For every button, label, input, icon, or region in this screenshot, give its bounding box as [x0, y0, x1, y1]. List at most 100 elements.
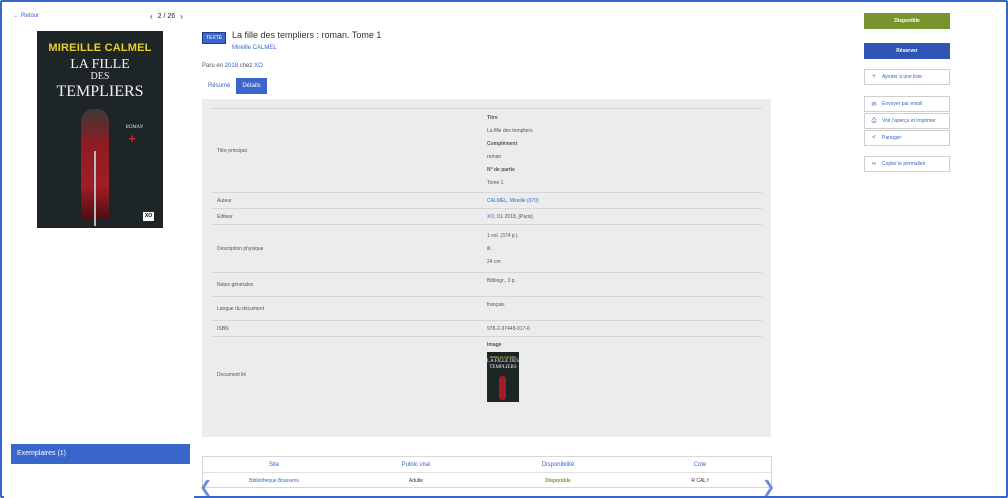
detail-row-isbn: ISBN 978-2-37448-017-6 [211, 321, 762, 337]
thumb-title: LA FILLE DES TEMPLIERS [487, 359, 519, 370]
table-row: Bibliothèque Brassens Adulte Disponible … [203, 473, 771, 489]
cell-site[interactable]: Bibliothèque Brassens [203, 478, 345, 484]
detail-text: , DL 2018, [Paris] [494, 213, 533, 220]
cover-publisher-logo: XO [143, 212, 154, 221]
arrow-left-icon: ← [13, 13, 19, 19]
cover-title-line3: TEMPLIERS [56, 83, 144, 100]
copies-table-header: Site Public visé Disponibilité Cote [203, 457, 771, 473]
detail-text: ill. [487, 245, 492, 252]
share-icon: < [872, 135, 876, 141]
detail-value: Image MIREILLE CALMEL LA FILLE DES TEMPL… [487, 337, 762, 413]
detail-text: La fille des templiers [487, 128, 533, 134]
editeur-link[interactable]: XO [487, 214, 494, 220]
permalink-label: Copier le permalien [882, 161, 926, 167]
record-author-link[interactable]: Mireille CALMEL [232, 45, 277, 51]
detail-label: Auteur [217, 197, 232, 204]
detail-value: 1 vol. (374 p.) ill. 24 cm [487, 225, 762, 272]
record-title: La fille des templiers : roman. Tome 1 [232, 30, 382, 40]
detail-text: roman [487, 154, 502, 160]
print-button[interactable]: ⎙ Voir l'aperçu et imprimer [864, 113, 950, 129]
published-year-link[interactable]: 2018 [225, 63, 238, 69]
exemplaires-tab[interactable]: Exemplaires (1) [11, 444, 190, 464]
detail-subheading: Complément [487, 141, 518, 147]
cover-sword [94, 151, 96, 226]
linked-document-thumbnail[interactable]: MIREILLE CALMEL LA FILLE DES TEMPLIERS [487, 352, 519, 402]
detail-label: Langue du document [217, 305, 264, 312]
detail-row-langue: Langue du document français [211, 297, 762, 321]
back-link[interactable]: ← Retour [13, 13, 39, 19]
published-prefix: Paru en [202, 63, 224, 69]
availability-button[interactable]: Disponible [864, 13, 950, 29]
copies-table: Site Public visé Disponibilité Cote Bibl… [202, 456, 772, 488]
detail-subheading: N° de partie [487, 167, 515, 173]
detail-label: Titre principal [217, 147, 247, 154]
tab-details[interactable]: Détails [236, 78, 267, 94]
detail-text: Bibliogr., 3 p. [487, 278, 516, 284]
detail-label: Description physique [217, 245, 264, 252]
detail-text: français [487, 302, 505, 308]
detail-row-editeur: Editeur XO , DL 2018, [Paris] [211, 209, 762, 225]
column-header-public: Public visé [401, 461, 431, 468]
type-badge: TEXTE [202, 32, 227, 44]
left-column: ← Retour ‹ 2 / 26 › MIREILLE CALMEL LA F… [4, 4, 194, 498]
detail-label: Document lié [217, 372, 247, 378]
published-mid: chez [239, 63, 253, 69]
print-label: Voir l'aperçu et imprimer [882, 118, 936, 124]
cover-genre: ROMAN [125, 125, 143, 130]
column-header-cote: Cote [693, 461, 707, 468]
detail-value: Titre La fille des templiers Complément … [487, 109, 762, 192]
details-table: Titre principal Titre La fille des templ… [211, 108, 762, 413]
add-to-list-label: Ajouter à une liste [882, 74, 923, 80]
detail-value: 978-2-37448-017-6 [487, 321, 762, 336]
email-label: Envoyer par email [882, 101, 923, 107]
detail-row-titre: Titre principal Titre La fille des templ… [211, 109, 762, 193]
publication-line: Paru en 2018 chez XO [202, 63, 263, 69]
chevron-right-icon[interactable]: › [180, 12, 183, 21]
scroll-left-icon[interactable]: ❮ [199, 480, 212, 496]
book-cover: MIREILLE CALMEL LA FILLE DES TEMPLIERS R… [37, 31, 163, 228]
detail-label: Editeur [217, 213, 233, 220]
reserve-button[interactable]: Réserver [864, 43, 950, 59]
detail-row-document-lie: Document lié Image MIREILLE CALMEL LA FI… [211, 337, 762, 413]
link-icon: ∞ [871, 161, 877, 167]
share-label: Partager [882, 135, 902, 141]
publisher-link[interactable]: XO [254, 63, 263, 69]
author-authority-link[interactable]: CALMEL, Mireille (070) [487, 198, 762, 204]
back-label: Retour [21, 13, 40, 19]
cell-public: Adulte [408, 478, 424, 484]
tab-resume[interactable]: Résumé [202, 78, 236, 94]
detail-text: 1 vol. (374 p.) [487, 232, 518, 239]
detail-value: Bibliogr., 3 p. [487, 273, 762, 296]
app-frame: ← Retour ‹ 2 / 26 › MIREILLE CALMEL LA F… [0, 0, 1008, 498]
cover-title-line2: DES [90, 71, 110, 82]
cover-author: MIREILLE CALMEL [48, 42, 152, 54]
permalink-button[interactable]: ∞ Copier le permalien [864, 156, 950, 172]
email-button[interactable]: ✉ Envoyer par email [864, 96, 950, 112]
share-button[interactable]: < Partager [864, 130, 950, 146]
details-panel: Titre principal Titre La fille des templ… [202, 99, 771, 437]
detail-row-notes: Notes générales Bibliogr., 3 p. [211, 273, 762, 297]
cell-cote: R CAL f [691, 478, 709, 484]
cover-cross: + [128, 131, 136, 146]
detail-label: ISBN [217, 325, 229, 332]
chevron-left-icon[interactable]: ‹ [150, 12, 153, 21]
result-pager: ‹ 2 / 26 › [150, 12, 183, 21]
detail-subheading: Titre [487, 115, 498, 121]
thumb-figure [499, 376, 506, 400]
detail-label: Notes générales [217, 281, 254, 288]
scroll-right-icon[interactable]: ❯ [762, 480, 775, 496]
detail-value: CALMEL, Mireille (070) [487, 193, 762, 208]
detail-subheading: Image [487, 342, 502, 348]
record-panel: TEXTE La fille des templiers : roman. To… [196, 22, 777, 443]
detail-text: 978-2-37448-017-6 [487, 325, 530, 332]
plus-icon: + [872, 74, 876, 80]
add-to-list-button[interactable]: + Ajouter à une liste [864, 69, 950, 85]
detail-text: Tome 1 [487, 180, 504, 186]
record-tabs: Résumé Détails [202, 78, 267, 94]
pager-position: 2 / 26 [157, 13, 176, 20]
cell-dispo: Disponible [545, 478, 571, 484]
detail-row-auteur: Auteur CALMEL, Mireille (070) [211, 193, 762, 209]
detail-text: 24 cm [487, 258, 501, 265]
column-header-dispo: Disponibilité [541, 461, 575, 468]
detail-value: XO , DL 2018, [Paris] [487, 209, 762, 224]
